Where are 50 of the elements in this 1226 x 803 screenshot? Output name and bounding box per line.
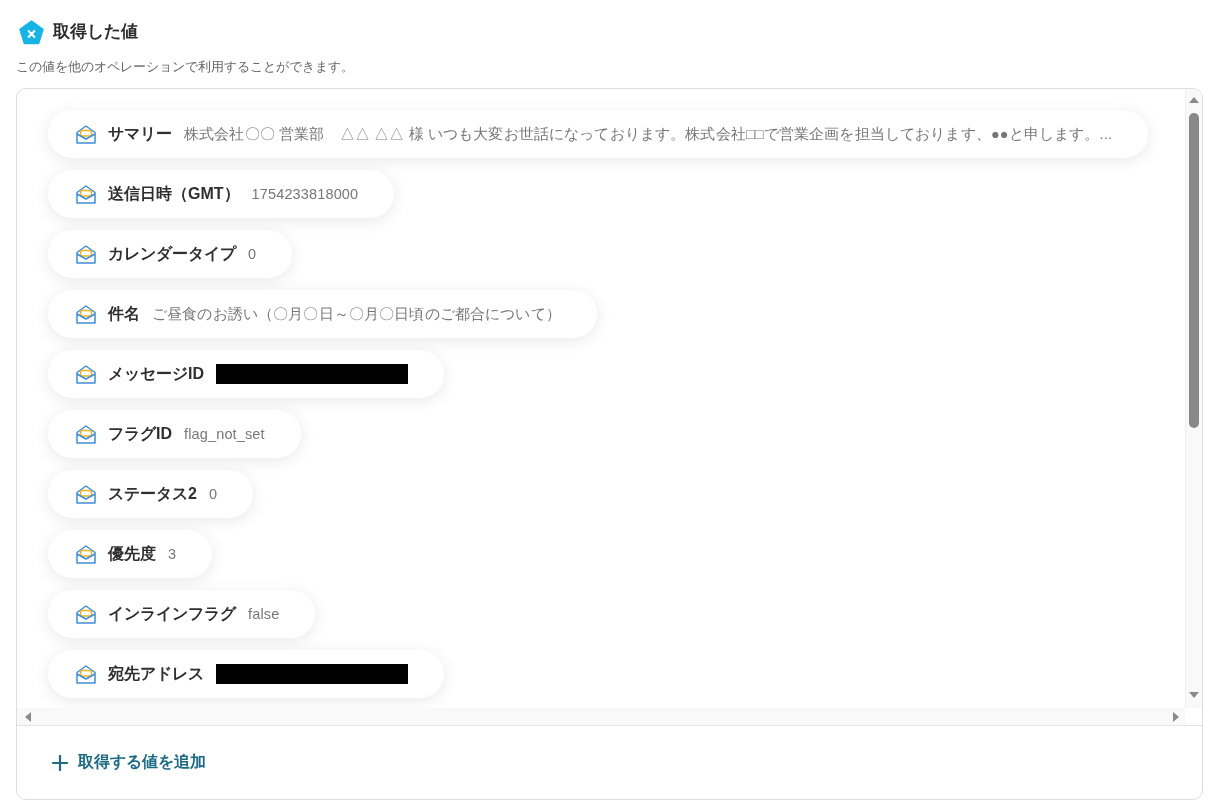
value-label: メッセージID <box>108 363 204 384</box>
value-pill[interactable]: メッセージID <box>48 350 444 398</box>
value-label: 宛先アドレス <box>108 663 204 684</box>
value-text: 0 <box>248 246 257 262</box>
value-text: flag_not_set <box>184 426 265 442</box>
horizontal-scrollbar[interactable] <box>17 708 1185 725</box>
left-arrow-icon[interactable] <box>25 711 31 722</box>
value-label: 件名 <box>108 303 140 324</box>
value-pill[interactable]: フラグID flag_not_set <box>48 410 301 458</box>
value-pill[interactable]: 宛先アドレス <box>48 650 444 698</box>
value-pill[interactable]: 送信日時（GMT） 1754233818000 <box>48 170 395 218</box>
envelope-icon <box>76 424 96 444</box>
down-arrow-icon[interactable] <box>1189 692 1199 698</box>
value-text: ご昼食のお誘い（〇月〇日～〇月〇日頃のご都合について） <box>152 304 561 324</box>
value-text: false <box>248 606 280 622</box>
value-pill[interactable]: 優先度 3 <box>48 530 213 578</box>
value-pill[interactable]: インラインフラグ false <box>48 590 316 638</box>
value-label: 優先度 <box>108 543 156 564</box>
value-pill[interactable]: 件名 ご昼食のお誘い（〇月〇日～〇月〇日頃のご都合について） <box>48 290 597 338</box>
envelope-icon <box>76 544 96 564</box>
value-pill[interactable]: ステータス2 0 <box>48 470 254 518</box>
right-arrow-icon[interactable] <box>1173 711 1179 722</box>
envelope-icon <box>76 124 96 144</box>
section-description: この値を他のオペレーションで利用することができます。 <box>16 59 354 75</box>
value-label: フラグID <box>108 423 172 444</box>
value-label: カレンダータイプ <box>108 243 236 264</box>
value-text: 0 <box>208 486 218 502</box>
envelope-icon <box>76 304 96 324</box>
vertical-scrollbar[interactable] <box>1185 89 1202 708</box>
value-label: 送信日時（GMT） <box>108 183 240 204</box>
plus-icon <box>52 754 68 771</box>
value-label: インラインフラグ <box>108 603 236 624</box>
value-label: ステータス2 <box>108 483 197 504</box>
envelope-icon <box>76 244 96 264</box>
value-text: 1754233818000 <box>251 186 359 202</box>
add-value-button[interactable]: 取得する値を追加 <box>52 752 206 773</box>
envelope-icon <box>76 484 96 504</box>
value-pill[interactable]: カレンダータイプ 0 <box>48 230 293 278</box>
value-label: サマリー <box>108 123 172 144</box>
value-pill[interactable]: サマリー 株式会社〇〇 営業部 △△ △△ 様 いつも大変お世話になっております。株式会社□□で営業企画を担当しております、●●と申します。... <box>48 110 1149 158</box>
value-text: 株式会社〇〇 営業部 △△ △△ 様 いつも大変お世話になっております。株式会社□□で営業企画を担当しております、●●と申します。... <box>184 124 1113 144</box>
envelope-icon <box>76 364 96 384</box>
up-arrow-icon[interactable] <box>1189 97 1199 103</box>
scrollbar-thumb[interactable] <box>1189 113 1199 428</box>
envelope-icon <box>76 664 96 684</box>
pentagon-x-icon <box>19 19 44 45</box>
envelope-icon <box>76 604 96 624</box>
value-text: 3 <box>168 546 177 562</box>
section-title: 取得した値 <box>53 21 138 43</box>
envelope-icon <box>76 184 96 204</box>
